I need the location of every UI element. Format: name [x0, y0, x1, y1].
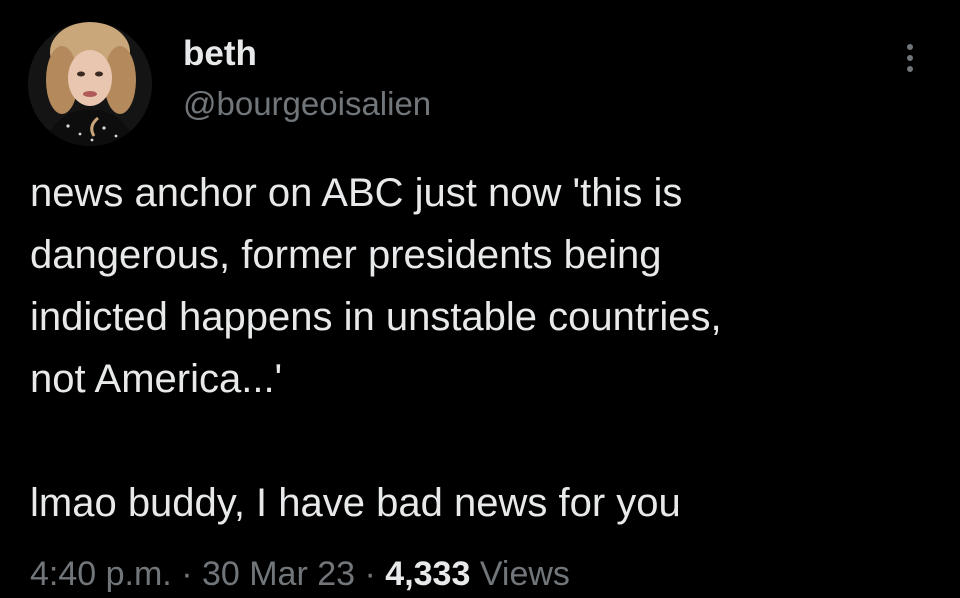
- tweet-text: news anchor on ABC just now 'this is dan…: [30, 162, 930, 534]
- avatar[interactable]: [28, 22, 152, 146]
- author-display-name[interactable]: beth: [183, 32, 257, 76]
- tweet-text-line: news anchor on ABC just now 'this is: [30, 171, 683, 215]
- more-dot: [907, 55, 913, 61]
- meta-separator: ·: [171, 555, 202, 593]
- profile-photo: [28, 22, 152, 146]
- views-count[interactable]: 4,333: [385, 555, 470, 593]
- author-handle[interactable]: @bourgeoisalien: [183, 82, 431, 126]
- more-vertical-icon[interactable]: [896, 38, 924, 78]
- tweet-text-line: dangerous, former presidents being: [30, 233, 662, 277]
- tweet-text-line: not America...': [30, 357, 283, 401]
- tweet-card: beth @bourgeoisalien news anchor on ABC …: [0, 0, 960, 598]
- more-dot: [907, 66, 913, 72]
- tweet-date[interactable]: 30 Mar 23: [202, 555, 355, 593]
- more-dot: [907, 44, 913, 50]
- meta-separator: ·: [355, 555, 386, 593]
- views-label[interactable]: Views: [470, 555, 570, 593]
- tweet-text-line: lmao buddy, I have bad news for you: [30, 481, 681, 525]
- tweet-metadata: 4:40 p.m. · 30 Mar 23 · 4,333 Views: [30, 550, 570, 598]
- tweet-text-line: indicted happens in unstable countries,: [30, 295, 722, 339]
- tweet-time[interactable]: 4:40 p.m.: [30, 555, 172, 593]
